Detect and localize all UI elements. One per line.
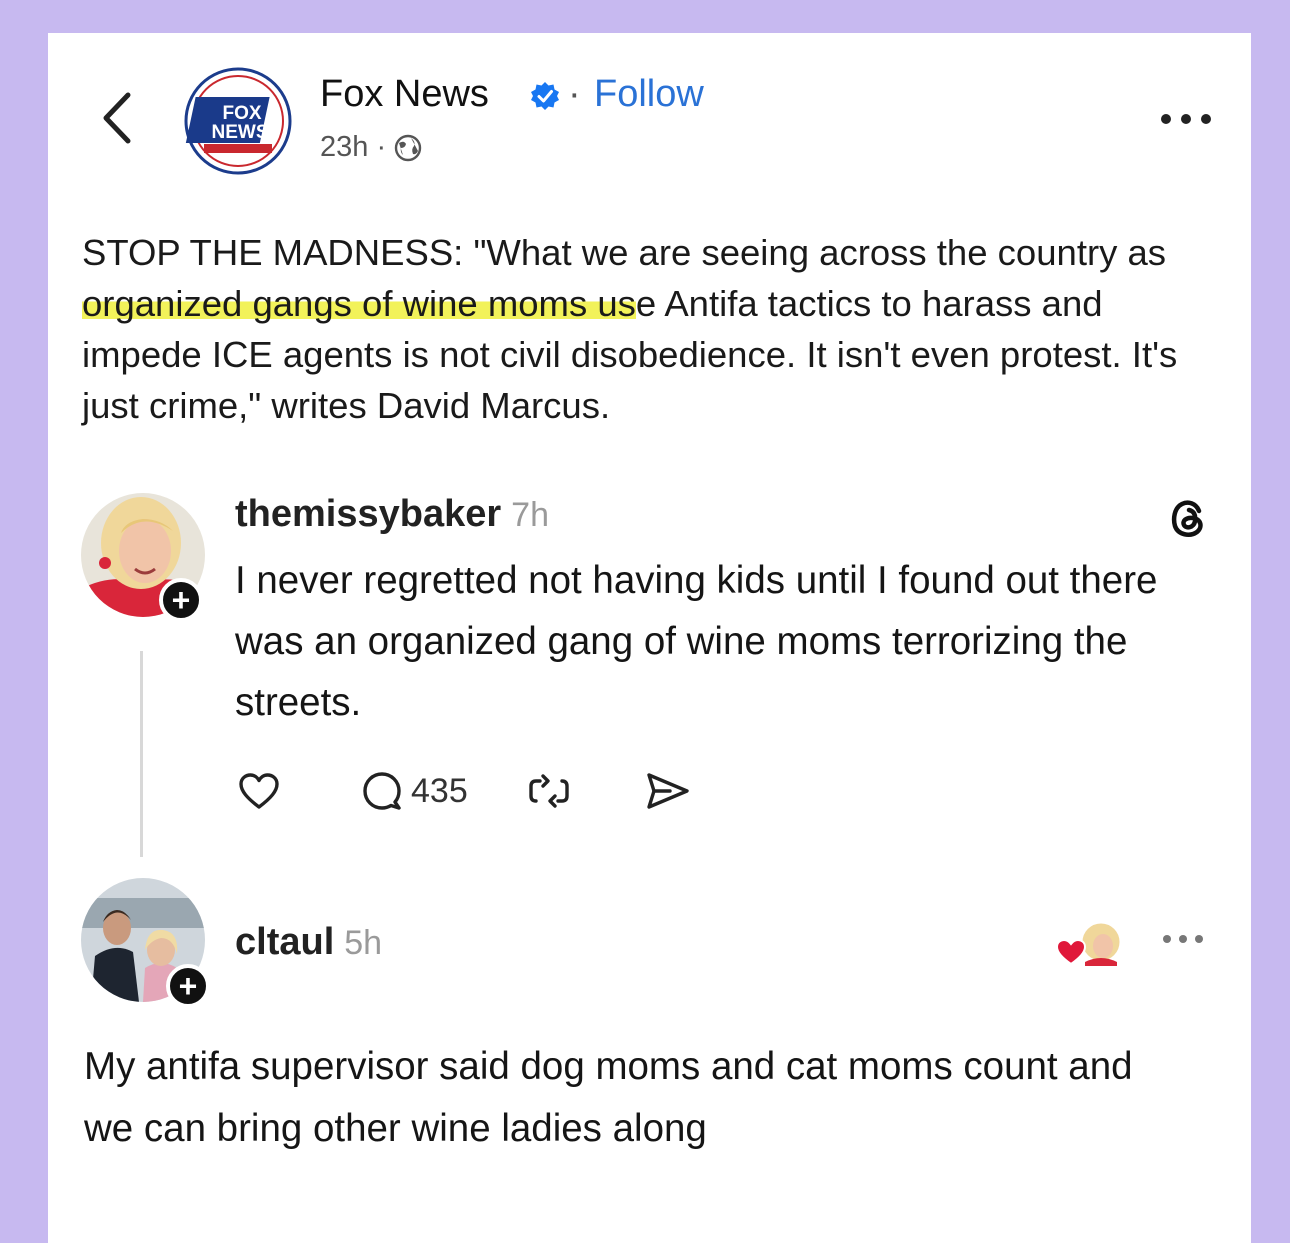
verified-badge-icon <box>531 82 559 110</box>
caption-text-start: STOP THE MADNESS: "What we are seeing ac… <box>82 232 1167 273</box>
globe-icon <box>394 134 422 161</box>
caption-highlight: organized gangs of wine moms us <box>82 283 636 324</box>
post-caption: STOP THE MADNESS: "What we are seeing ac… <box>82 227 1202 431</box>
thread-connector-line <box>140 651 143 857</box>
follow-button[interactable]: Follow <box>594 73 704 116</box>
share-icon <box>647 773 689 809</box>
comment-count: 435 <box>411 771 468 810</box>
comment-icon <box>363 772 401 810</box>
reply-username-text[interactable]: themissybaker <box>235 493 501 535</box>
back-chevron-icon[interactable] <box>98 83 138 153</box>
more-options-icon[interactable] <box>1158 109 1214 129</box>
reply-username-text[interactable]: cltaul <box>235 921 334 963</box>
post-card: FOX NEWS Fox News · Follow 23h · STOP TH… <box>48 33 1251 1243</box>
reply-username[interactable]: themissybaker 7h <box>235 493 549 536</box>
repost-button[interactable] <box>526 770 572 812</box>
reply-time: 5h <box>344 924 383 962</box>
follow-separator: · <box>568 73 581 115</box>
post-timestamp: 23h · <box>320 131 422 164</box>
threads-logo-icon[interactable] <box>1168 497 1210 539</box>
reply-username[interactable]: cltaul 5h <box>235 921 382 964</box>
share-button[interactable] <box>644 770 692 812</box>
comment-button[interactable]: 435 <box>361 770 468 812</box>
author-name[interactable]: Fox News <box>320 73 489 116</box>
liked-by-author-icon <box>1055 920 1123 966</box>
reply-text: My antifa supervisor said dog moms and c… <box>84 1045 1133 1150</box>
repost-icon <box>529 774 569 808</box>
timestamp-text: 23h · <box>320 131 387 163</box>
svg-text:NEWS: NEWS <box>212 122 269 143</box>
more-options-icon[interactable] <box>1160 930 1206 948</box>
heart-icon <box>239 773 279 809</box>
reply-text: I never regretted not having kids until … <box>235 559 1158 724</box>
follow-plus-icon[interactable]: + <box>166 964 210 1008</box>
fox-news-logo[interactable]: FOX NEWS <box>184 67 292 175</box>
reply-time: 7h <box>511 496 549 534</box>
like-button[interactable] <box>237 771 281 811</box>
svg-text:FOX: FOX <box>222 103 261 124</box>
reply-actions: 435 <box>235 761 692 821</box>
follow-plus-icon[interactable]: + <box>159 578 203 622</box>
